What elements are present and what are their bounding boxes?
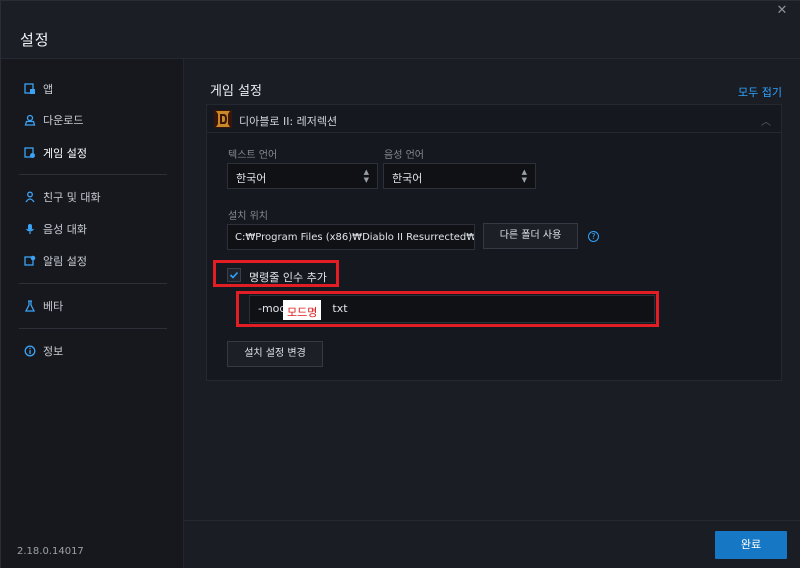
beta-flask-icon	[23, 299, 37, 313]
game-settings-icon	[23, 146, 37, 160]
sidebar-item-download[interactable]: 다운로드	[23, 110, 83, 130]
game-settings-panel: 디아블로 II: 레저렉션 ︿ 텍스트 언어 한국어 ▲ ▼ 음성 언어 한국어 …	[206, 104, 782, 381]
footer: 완료	[184, 520, 800, 568]
sidebar-item-voice[interactable]: 음성 대화	[23, 219, 87, 239]
sidebar-item-label: 앱	[43, 83, 54, 96]
sidebar-item-label: 베타	[43, 300, 64, 313]
game-name: 디아블로 II: 레저렉션	[239, 115, 338, 128]
collapse-all-link[interactable]: 모두 접기	[738, 84, 782, 100]
page-title: 게임 설정	[210, 84, 262, 99]
sidebar: 앱 다운로드 게임 설정 친구 및 대화 음성 대화 알림 설정 베타 정보 2…	[1, 59, 184, 568]
cmd-args-suffix: txt	[332, 302, 348, 315]
sidebar-item-info[interactable]: 정보	[23, 341, 63, 361]
sidebar-item-label: 친구 및 대화	[43, 191, 101, 204]
microphone-icon	[23, 222, 37, 236]
version-label: 2.18.0.14017	[17, 546, 84, 557]
diablo-game-icon	[214, 110, 232, 128]
main-content: 게임 설정 모두 접기 디아블로 II: 레저렉션 ︿ 텍스트 언어 한국어 ▲…	[184, 59, 800, 520]
install-location-label: 설치 위치	[228, 211, 268, 222]
voice-language-label: 음성 언어	[384, 150, 424, 161]
voice-language-select[interactable]: 한국어 ▲ ▼	[383, 163, 536, 189]
sidebar-item-label: 게임 설정	[43, 147, 87, 160]
app-icon	[23, 82, 37, 96]
sidebar-item-label: 정보	[43, 345, 64, 358]
checkmark-icon	[229, 271, 239, 279]
friends-icon	[23, 190, 37, 204]
cmd-args-label: 명령줄 인수 추가	[249, 271, 327, 284]
sidebar-divider	[19, 174, 167, 175]
game-panel-header[interactable]: 디아블로 II: 레저렉션 ︿	[207, 105, 781, 133]
cmd-args-checkbox[interactable]	[227, 268, 241, 282]
download-icon	[23, 113, 37, 127]
sidebar-item-notifications[interactable]: 알림 설정	[23, 251, 87, 271]
mod-name-annotation: 모드명	[283, 300, 322, 320]
settings-window: 설정 ✕ 앱 다운로드 게임 설정 친구 및 대화 음성 대화 알림 설정 베타…	[0, 0, 800, 568]
text-language-label: 텍스트 언어	[228, 150, 278, 161]
change-install-button[interactable]: 설치 설정 변경	[227, 341, 323, 367]
sidebar-divider	[19, 283, 167, 284]
sidebar-divider	[19, 328, 167, 329]
sidebar-item-label: 알림 설정	[43, 255, 87, 268]
info-icon	[23, 344, 37, 358]
title-bar: 설정 ✕	[1, 1, 800, 59]
select-arrows-icon: ▲ ▼	[521, 168, 527, 184]
sidebar-item-label: 다운로드	[43, 114, 84, 127]
done-button[interactable]: 완료	[715, 531, 787, 559]
window-title: 설정	[20, 31, 50, 49]
text-language-select[interactable]: 한국어 ▲ ▼	[227, 163, 378, 189]
notification-icon	[23, 254, 37, 268]
sidebar-item-beta[interactable]: 베타	[23, 296, 63, 316]
sidebar-item-game-settings[interactable]: 게임 설정	[23, 143, 87, 163]
help-icon[interactable]: ?	[588, 231, 599, 242]
sidebar-item-friends[interactable]: 친구 및 대화	[23, 187, 101, 207]
select-arrows-icon: ▲ ▼	[363, 168, 369, 184]
sidebar-item-app[interactable]: 앱	[23, 79, 53, 99]
sidebar-item-label: 음성 대화	[43, 223, 87, 236]
voice-language-value: 한국어	[392, 172, 423, 185]
text-language-value: 한국어	[236, 172, 267, 185]
close-icon[interactable]: ✕	[775, 4, 789, 18]
use-other-folder-button[interactable]: 다른 폴더 사용	[483, 223, 578, 249]
install-path-field[interactable]: C:₩Program Files (x86)₩Diablo II Resurre…	[227, 224, 475, 250]
chevron-up-icon[interactable]: ︿	[761, 113, 771, 128]
